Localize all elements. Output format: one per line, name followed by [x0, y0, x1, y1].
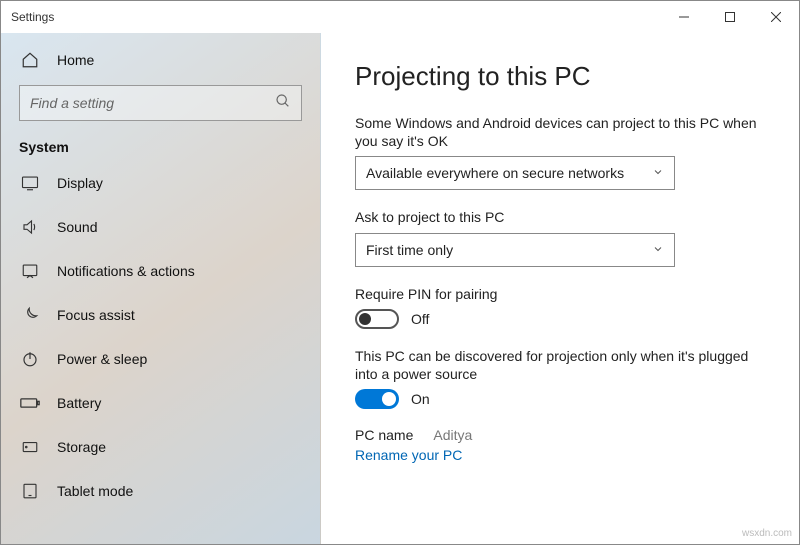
sidebar-item-battery[interactable]: Battery: [1, 381, 320, 425]
window-controls: [661, 1, 799, 33]
sidebar-item-label: Battery: [57, 395, 101, 411]
sidebar-item-storage[interactable]: Storage: [1, 425, 320, 469]
sidebar: Home System Display Sound: [1, 33, 321, 544]
watermark: wsxdn.com: [742, 528, 792, 539]
sidebar-item-label: Power & sleep: [57, 351, 147, 367]
dropdown-availability[interactable]: Available everywhere on secure networks: [355, 156, 675, 190]
notifications-icon: [19, 260, 41, 282]
page-title: Projecting to this PC: [355, 61, 765, 92]
nav-home[interactable]: Home: [1, 39, 320, 81]
sidebar-item-label: Sound: [57, 219, 97, 235]
pcname-value: Aditya: [433, 427, 472, 443]
dropdown-ask[interactable]: First time only: [355, 233, 675, 267]
sidebar-item-label: Tablet mode: [57, 483, 133, 499]
maximize-button[interactable]: [707, 1, 753, 33]
search-input[interactable]: [30, 95, 275, 111]
sidebar-item-power-sleep[interactable]: Power & sleep: [1, 337, 320, 381]
rename-pc-link[interactable]: Rename your PC: [355, 447, 462, 463]
section-pin-label: Require PIN for pairing: [355, 285, 765, 303]
window-title: Settings: [1, 10, 54, 24]
section-ask-label: Ask to project to this PC: [355, 208, 765, 226]
power-icon: [19, 348, 41, 370]
chevron-down-icon: [652, 242, 664, 258]
minimize-button[interactable]: [661, 1, 707, 33]
moon-icon: [19, 304, 41, 326]
section-available-label: Some Windows and Android devices can pro…: [355, 114, 765, 150]
section-power-label: This PC can be discovered for projection…: [355, 347, 765, 383]
tablet-icon: [19, 480, 41, 502]
sidebar-item-label: Storage: [57, 439, 106, 455]
sidebar-item-tablet-mode[interactable]: Tablet mode: [1, 469, 320, 513]
nav-home-label: Home: [57, 52, 94, 68]
dropdown-availability-value: Available everywhere on secure networks: [366, 165, 624, 181]
sidebar-item-label: Display: [57, 175, 103, 191]
search-icon: [275, 93, 291, 114]
sidebar-item-sound[interactable]: Sound: [1, 205, 320, 249]
main-panel: Projecting to this PC Some Windows and A…: [321, 33, 799, 544]
storage-icon: [19, 436, 41, 458]
sound-icon: [19, 216, 41, 238]
chevron-down-icon: [652, 165, 664, 181]
home-icon: [19, 49, 41, 71]
category-header: System: [1, 133, 320, 161]
close-button[interactable]: [753, 1, 799, 33]
sidebar-item-display[interactable]: Display: [1, 161, 320, 205]
toggle-require-pin[interactable]: [355, 309, 399, 329]
pcname-label: PC name: [355, 427, 413, 443]
sidebar-item-focus-assist[interactable]: Focus assist: [1, 293, 320, 337]
dropdown-ask-value: First time only: [366, 242, 453, 258]
search-box[interactable]: [19, 85, 302, 121]
toggle-power-discovery-state: On: [411, 391, 430, 407]
sidebar-item-label: Focus assist: [57, 307, 135, 323]
toggle-power-discovery[interactable]: [355, 389, 399, 409]
sidebar-item-notifications[interactable]: Notifications & actions: [1, 249, 320, 293]
toggle-require-pin-state: Off: [411, 311, 429, 327]
battery-icon: [19, 392, 41, 414]
display-icon: [19, 172, 41, 194]
titlebar: Settings: [1, 1, 799, 33]
sidebar-item-label: Notifications & actions: [57, 263, 195, 279]
